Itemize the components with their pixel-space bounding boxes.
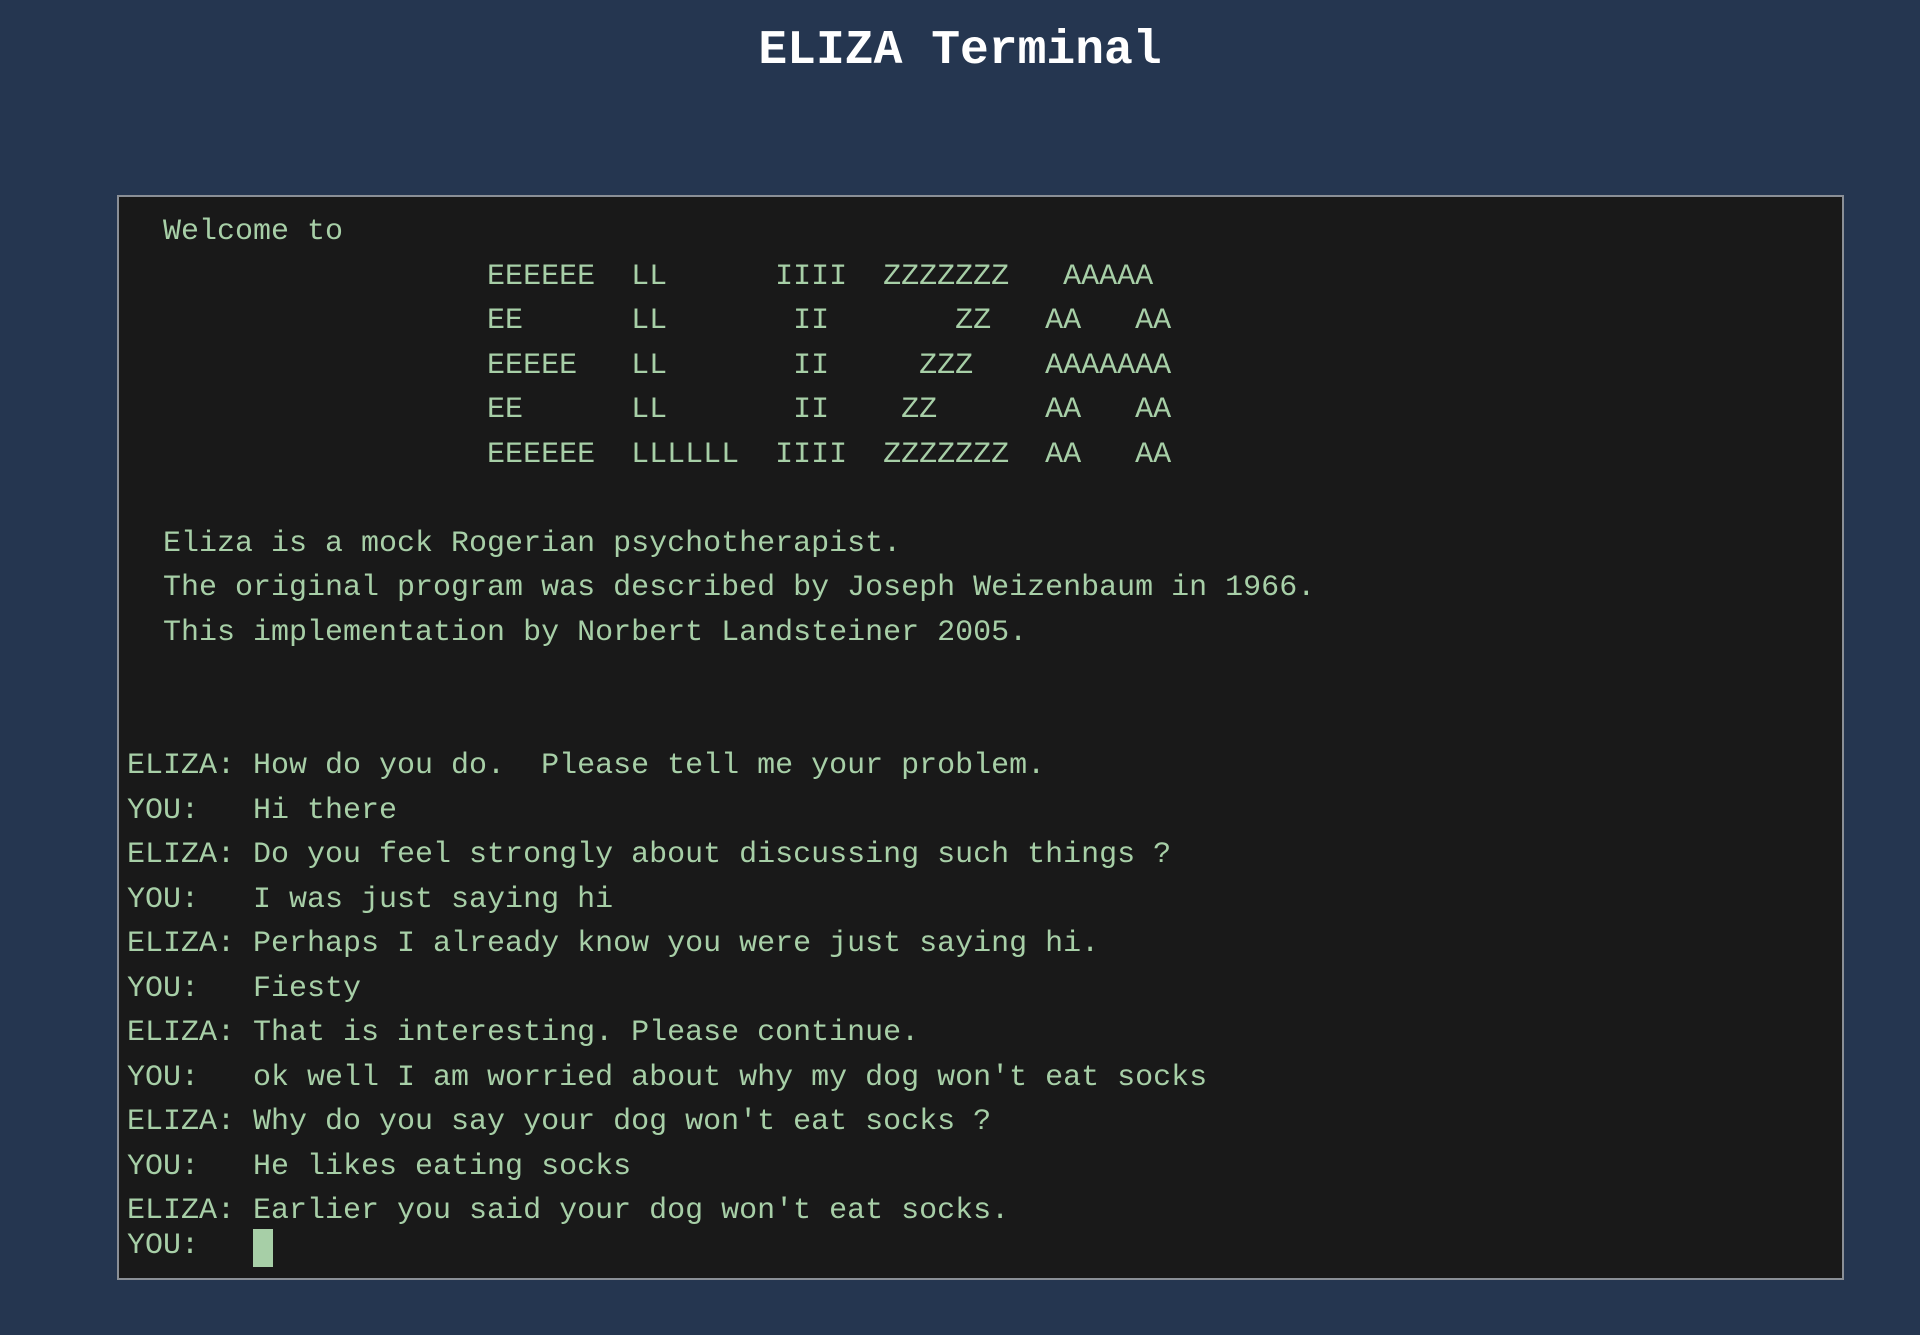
input-line[interactable]: YOU:: [127, 1224, 274, 1269]
eliza-message: ELIZA: Why do you say your dog won't eat…: [127, 1105, 992, 1139]
text-cursor: [253, 1228, 274, 1267]
user-message: YOU: ok well I am worried about why my d…: [127, 1060, 1208, 1095]
eliza-message: ELIZA: Perhaps I already know you were j…: [127, 927, 1100, 961]
input-prompt: YOU:: [127, 1228, 254, 1263]
user-message: YOU: He likes eating socks: [127, 1149, 632, 1184]
conversation-transcript: ELIZA: How do you do. Please tell me you…: [127, 749, 1207, 1228]
eliza-message: ELIZA: That is interesting. Please conti…: [127, 1016, 920, 1050]
terminal-window[interactable]: Welcome to EEEEEE LL IIII ZZZZZZZ AAAAA …: [117, 195, 1844, 1280]
welcome-banner: Welcome to EEEEEE LL IIII ZZZZZZZ AAAAA …: [163, 215, 1316, 650]
user-message: YOU: I was just saying hi: [127, 882, 614, 917]
terminal-output: Welcome to EEEEEE LL IIII ZZZZZZZ AAAAA …: [127, 210, 1315, 1234]
user-message: YOU: Fiesty: [127, 971, 362, 1006]
page-title: ELIZA Terminal: [758, 24, 1162, 78]
user-message: YOU: Hi there: [127, 793, 398, 828]
eliza-message: ELIZA: Do you feel strongly about discus…: [127, 838, 1172, 872]
eliza-message: ELIZA: How do you do. Please tell me you…: [127, 749, 1046, 783]
